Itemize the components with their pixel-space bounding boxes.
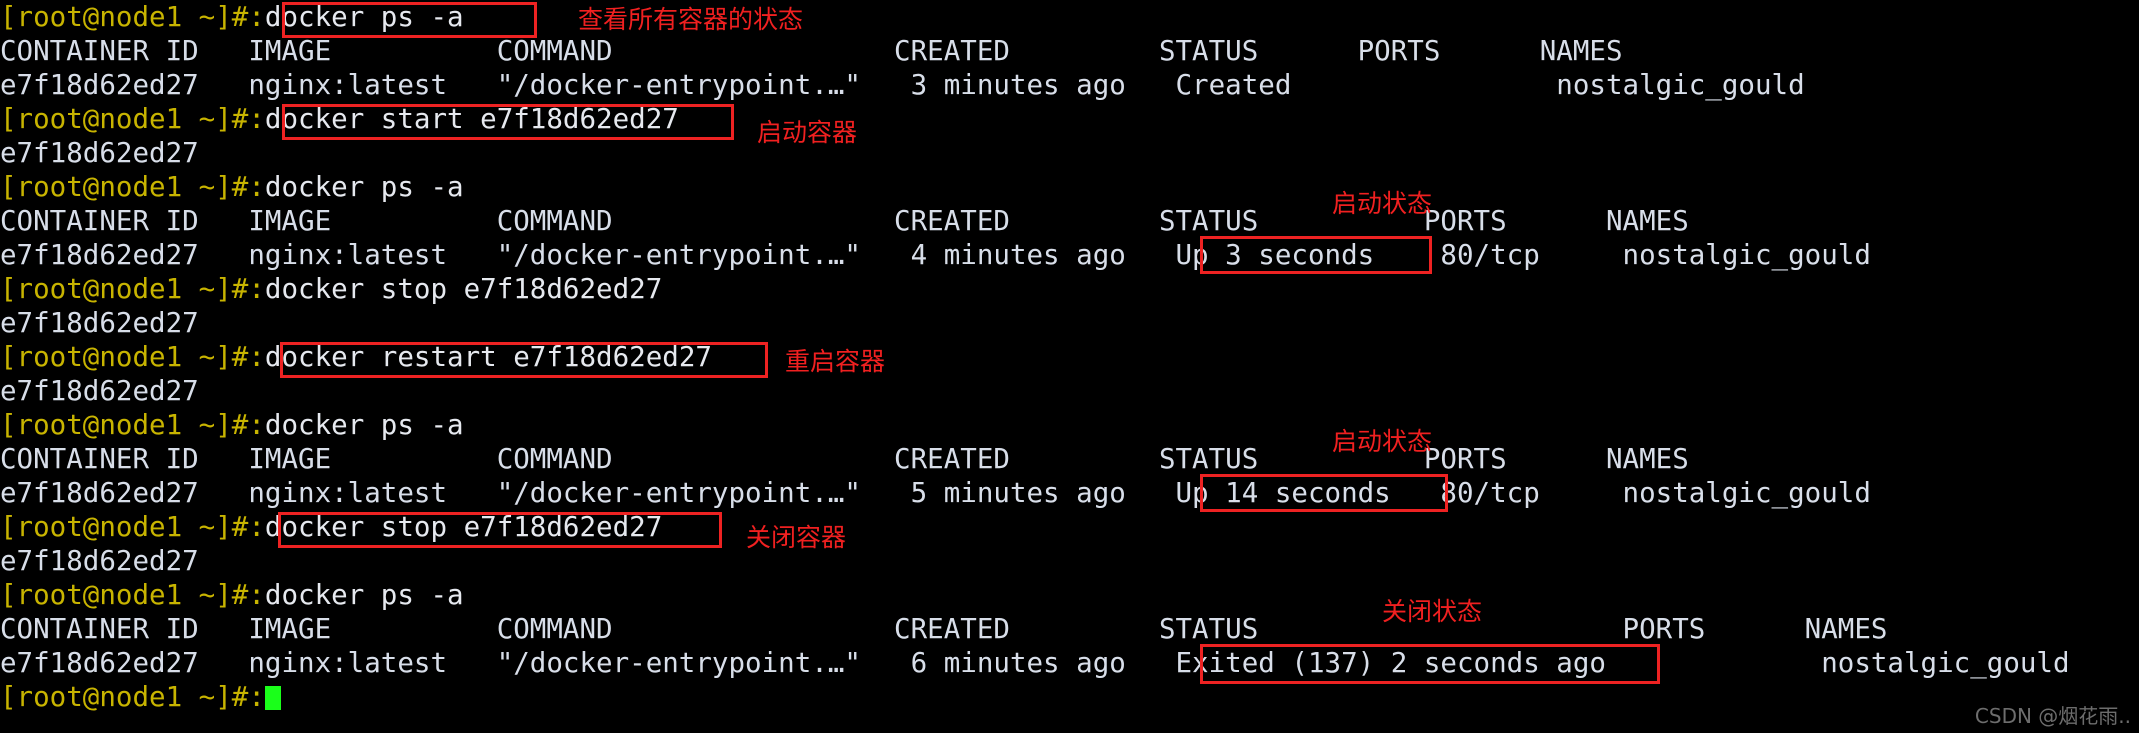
shell-prompt: [root@node1 ~]#:: [0, 511, 265, 543]
command-text: docker stop e7f18d62ed27: [264, 273, 663, 305]
annotation-running-status-2: 启动状态: [1332, 427, 1433, 456]
table-header-row: CONTAINER ID IMAGE COMMAND CREATED STATU…: [0, 613, 1888, 645]
annotation-stop-container: 关闭容器: [746, 523, 847, 552]
terminal-line-command: [root@node1 ~]#:docker stop e7f18d62ed27: [0, 510, 662, 544]
shell-prompt: [root@node1 ~]#:: [0, 103, 265, 135]
terminal-line-command: [root@node1 ~]#:docker ps -a: [0, 0, 464, 34]
annotation-stopped-status: 关闭状态: [1382, 597, 1483, 626]
text-cursor: [264, 686, 281, 710]
table-header-row: CONTAINER ID IMAGE COMMAND CREATED STATU…: [0, 205, 1689, 237]
shell-prompt: [root@node1 ~]#:: [0, 1, 265, 33]
terminal-line-command: [root@node1 ~]#:docker ps -a: [0, 578, 464, 612]
terminal-window[interactable]: [root@node1 ~]#:docker ps -a CONTAINER I…: [0, 0, 2139, 733]
terminal-line-active-prompt[interactable]: [root@node1 ~]#:: [0, 680, 281, 714]
command-text: docker ps -a: [264, 579, 464, 611]
terminal-line-command: [root@node1 ~]#:docker stop e7f18d62ed27: [0, 272, 662, 306]
shell-prompt: [root@node1 ~]#:: [0, 171, 265, 203]
terminal-line-command: [root@node1 ~]#:docker restart e7f18d62e…: [0, 340, 712, 374]
annotation-view-all-containers: 查看所有容器的状态: [578, 5, 804, 34]
terminal-line-output: e7f18d62ed27: [0, 375, 199, 407]
shell-prompt: [root@node1 ~]#:: [0, 273, 265, 305]
command-text: docker start e7f18d62ed27: [264, 103, 679, 135]
annotation-start-container: 启动容器: [757, 118, 858, 147]
shell-prompt: [root@node1 ~]#:: [0, 409, 265, 441]
command-text: docker ps -a: [264, 409, 464, 441]
command-text: docker ps -a: [264, 1, 464, 33]
terminal-line-command: [root@node1 ~]#:docker ps -a: [0, 408, 464, 442]
terminal-line-command: [root@node1 ~]#:docker ps -a: [0, 170, 464, 204]
terminal-line-output: e7f18d62ed27: [0, 137, 199, 169]
command-text: docker stop e7f18d62ed27: [264, 511, 663, 543]
table-row: e7f18d62ed27 nginx:latest "/docker-entry…: [0, 239, 1871, 271]
annotation-running-status-1: 启动状态: [1332, 189, 1433, 218]
annotation-restart-container: 重启容器: [785, 347, 886, 376]
table-row: e7f18d62ed27 nginx:latest "/docker-entry…: [0, 477, 1871, 509]
shell-prompt: [root@node1 ~]#:: [0, 681, 265, 713]
shell-prompt: [root@node1 ~]#:: [0, 579, 265, 611]
terminal-line-output: e7f18d62ed27: [0, 307, 199, 339]
terminal-line-output: e7f18d62ed27: [0, 545, 199, 577]
csdn-watermark: CSDN @烟花雨..: [1974, 704, 2131, 728]
table-row: e7f18d62ed27 nginx:latest "/docker-entry…: [0, 69, 1805, 101]
table-header-row: CONTAINER ID IMAGE COMMAND CREATED STATU…: [0, 35, 1623, 67]
shell-prompt: [root@node1 ~]#:: [0, 341, 265, 373]
terminal-line-command: [root@node1 ~]#:docker start e7f18d62ed2…: [0, 102, 679, 136]
command-text: docker restart e7f18d62ed27: [264, 341, 712, 373]
table-row: e7f18d62ed27 nginx:latest "/docker-entry…: [0, 647, 2070, 679]
command-text: docker ps -a: [264, 171, 464, 203]
table-header-row: CONTAINER ID IMAGE COMMAND CREATED STATU…: [0, 443, 1689, 475]
